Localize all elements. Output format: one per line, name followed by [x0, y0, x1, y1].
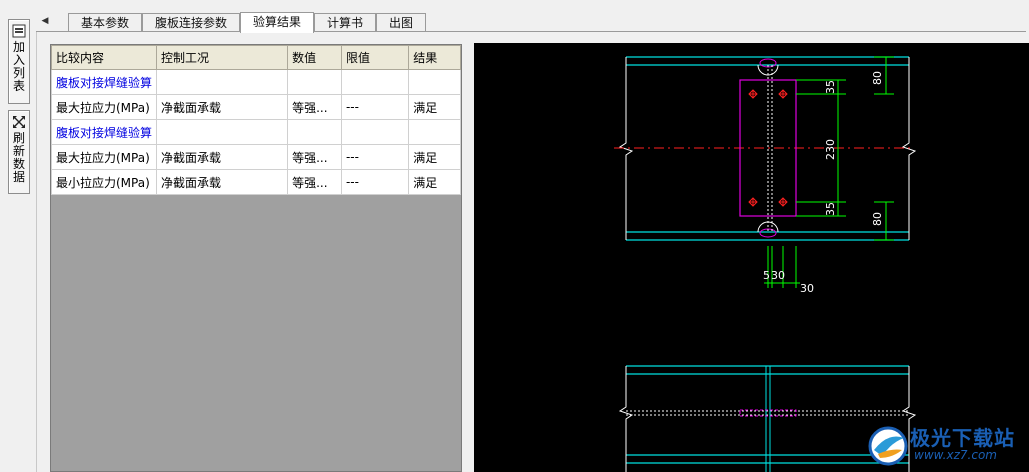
- results-grid: 比较内容 控制工况 数值 限值 结果 腹板对接焊缝验算 最大拉应力(MPa) 净…: [51, 45, 461, 195]
- table-cell: 腹板对接焊缝验算: [51, 69, 158, 95]
- tab-basic-params[interactable]: 基本参数: [68, 13, 142, 31]
- add-to-list-label: 加入列表: [13, 41, 25, 93]
- table-cell: 等强...: [287, 144, 342, 170]
- table-cell: ---: [340, 144, 410, 170]
- watermark-logo-icon: [868, 426, 908, 466]
- table-cell: [287, 69, 342, 95]
- table-cell: 满足: [408, 94, 461, 120]
- table-cell: 净截面承载: [156, 144, 289, 170]
- col-header-limit[interactable]: 限值: [340, 45, 410, 70]
- table-cell: 等强...: [287, 94, 342, 120]
- table-cell: 满足: [408, 144, 461, 170]
- table-cell: 最小拉应力(MPa): [51, 169, 158, 195]
- dim-bolt-edge-top: 35: [824, 80, 837, 94]
- table-cell: 净截面承载: [156, 94, 289, 120]
- table-row[interactable]: 腹板对接焊缝验算: [51, 69, 461, 95]
- col-header-control-case[interactable]: 控制工况: [156, 45, 289, 70]
- table-cell: 腹板对接焊缝验算: [51, 119, 158, 145]
- tab-web-connection-params[interactable]: 腹板连接参数: [142, 13, 240, 31]
- table-cell: 等强...: [287, 169, 342, 195]
- tab-strip: ◀ 基本参数 腹板连接参数 验算结果 计算书 出图: [36, 12, 1026, 33]
- col-header-value[interactable]: 数值: [287, 45, 342, 70]
- tab-divider: [36, 31, 1026, 32]
- add-to-list-button[interactable]: 加入列表: [8, 19, 30, 104]
- vertical-label-char: 表: [12, 79, 25, 93]
- refresh-data-button[interactable]: 刷新数据: [8, 110, 30, 194]
- results-table[interactable]: 比较内容 控制工况 数值 限值 结果 腹板对接焊缝验算 最大拉应力(MPa) 净…: [50, 44, 462, 472]
- table-cell: [340, 119, 410, 145]
- table-cell: [340, 69, 410, 95]
- tab-scroll-left-icon[interactable]: ◀: [40, 14, 50, 28]
- table-cell: [408, 69, 461, 95]
- vertical-label-char: 据: [12, 170, 25, 184]
- tab-check-results[interactable]: 验算结果: [240, 12, 314, 33]
- watermark: 极光下载站 www.xz7.com: [862, 420, 1029, 472]
- table-row[interactable]: 最大拉应力(MPa) 净截面承载 等强... --- 满足: [51, 144, 461, 170]
- table-cell: 最大拉应力(MPa): [51, 144, 158, 170]
- col-header-result[interactable]: 结果: [408, 45, 461, 70]
- list-icon: [12, 24, 26, 38]
- watermark-url: www.xz7.com: [914, 448, 997, 462]
- table-cell: 净截面承载: [156, 169, 289, 195]
- dim-gap-left: 5: [763, 269, 770, 282]
- col-header-compare[interactable]: 比较内容: [51, 45, 158, 70]
- table-cell: 最大拉应力(MPa): [51, 94, 158, 120]
- dim-gap-mid: 30: [771, 269, 785, 282]
- connection-drawing: 80 35 230 35 80 5 30 30: [614, 56, 917, 472]
- dim-top-flange: 80: [871, 71, 884, 85]
- table-cell: 满足: [408, 169, 461, 195]
- table-cell: ---: [340, 94, 410, 120]
- table-cell: [156, 69, 289, 95]
- tab-calculation-book[interactable]: 计算书: [314, 13, 376, 31]
- watermark-title: 极光下载站: [910, 426, 1015, 450]
- beam-elevation: 80 35 230 35 80 5 30 30: [614, 56, 917, 295]
- table-cell: [156, 119, 289, 145]
- table-cell: ---: [340, 169, 410, 195]
- refresh-data-label: 刷新数据: [13, 132, 25, 184]
- table-cell: [287, 119, 342, 145]
- dim-bottom-flange: 80: [871, 212, 884, 226]
- table-cell: [408, 119, 461, 145]
- app-window: 加入列表 刷新数据 ◀ 基本参数 腹板连接参数 验算结果 计算书 出图 比较内容…: [0, 0, 1029, 472]
- dim-bolt-spacing: 230: [824, 139, 837, 160]
- table-row[interactable]: 腹板对接焊缝验算: [51, 119, 461, 145]
- table-header-row: 比较内容 控制工况 数值 限值 结果: [51, 45, 461, 70]
- table-row[interactable]: 最小拉应力(MPa) 净截面承载 等强... --- 满足: [51, 169, 461, 195]
- tab-drawing[interactable]: 出图: [376, 13, 426, 31]
- dim-bolt-edge-bottom: 35: [824, 202, 837, 216]
- cad-drawing-canvas[interactable]: 80 35 230 35 80 5 30 30: [474, 43, 1029, 472]
- dim-gap-right: 30: [800, 282, 814, 295]
- table-row[interactable]: 最大拉应力(MPa) 净截面承载 等强... --- 满足: [51, 94, 461, 120]
- expand-arrows-icon: [13, 116, 25, 128]
